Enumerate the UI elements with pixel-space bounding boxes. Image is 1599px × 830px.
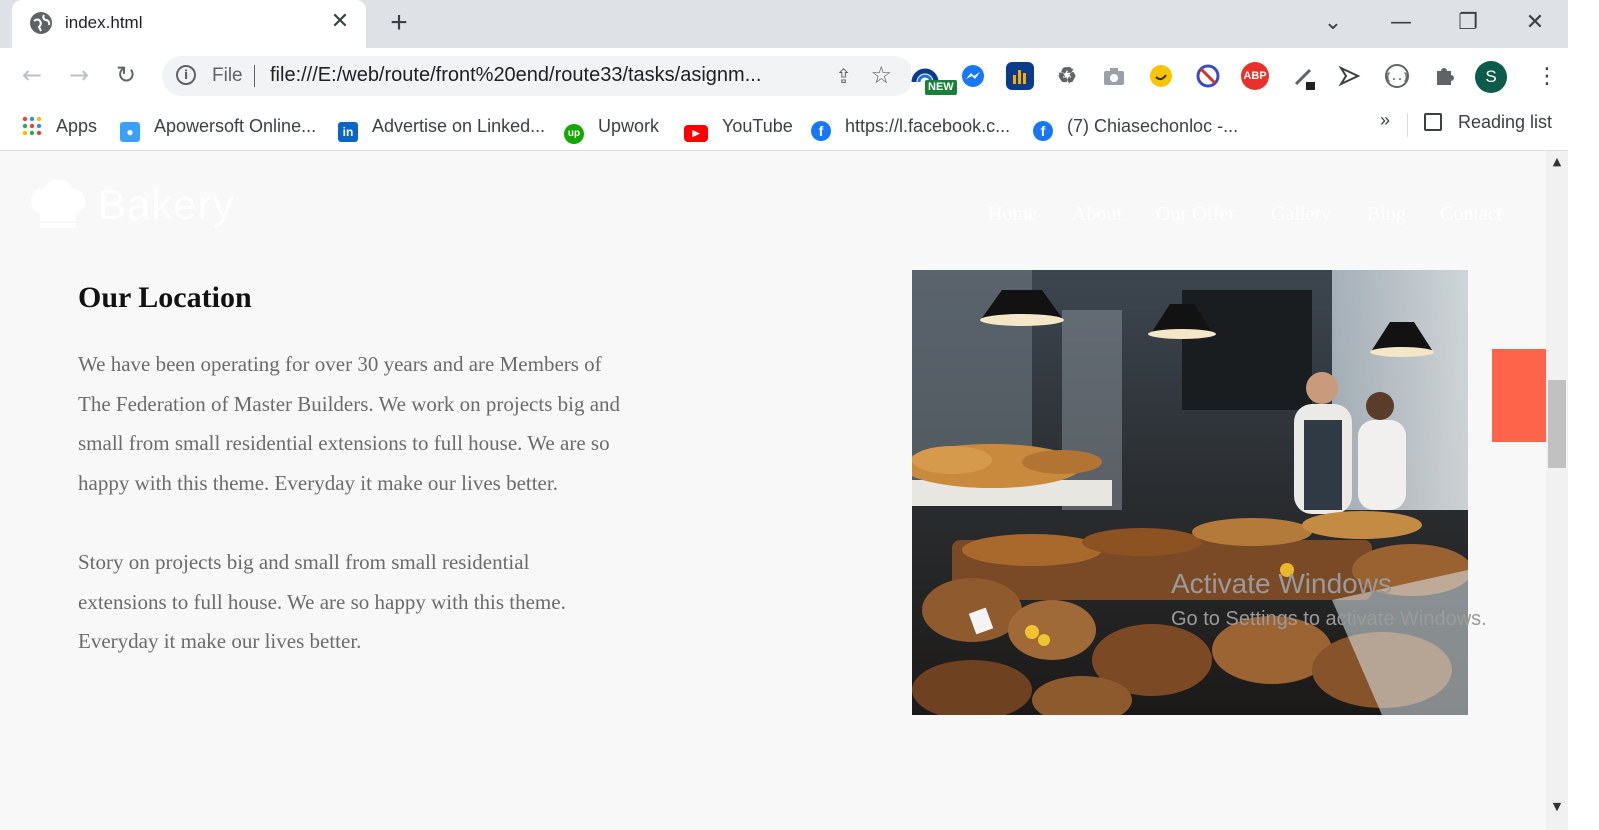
bookmark-label: Apps	[56, 116, 98, 136]
site-logo-text[interactable]: Bakery	[98, 181, 235, 229]
activate-windows-subtitle: Go to Settings to activate Windows.	[1171, 608, 1487, 630]
reload-icon[interactable]: ↻	[111, 60, 141, 90]
window-close-icon[interactable]: ✕	[1520, 8, 1550, 38]
bookmark-label: Upwork	[598, 116, 660, 136]
reading-list-label: Reading list	[1458, 112, 1553, 132]
apowersoft-icon: ●	[120, 122, 140, 142]
profile-avatar[interactable]: S	[1475, 61, 1507, 93]
scroll-down-icon[interactable]: ▼	[1546, 800, 1568, 816]
location-paragraph-1: We have been operating for over 30 years…	[78, 352, 621, 495]
globe-icon	[30, 12, 52, 34]
svg-text:{..}: {..}	[1385, 72, 1409, 83]
facebook-icon: f	[1033, 121, 1053, 141]
bookmark-label: Apowersoft Online...	[154, 116, 317, 136]
tab-close-icon[interactable]: ✕	[328, 10, 352, 34]
bakery-photo	[912, 270, 1468, 715]
address-bar[interactable]: i File file:///E:/web/route/front%20end/…	[162, 56, 914, 96]
puzzle-icon[interactable]	[1430, 62, 1458, 90]
emoji-icon[interactable]	[1147, 62, 1175, 90]
back-icon[interactable]: ←	[17, 60, 47, 90]
side-tab-button[interactable]	[1492, 349, 1546, 442]
bookmarks-divider	[1407, 113, 1408, 137]
linkedin-icon: in	[338, 122, 358, 142]
messenger-icon[interactable]	[959, 62, 987, 90]
activate-windows-title: Activate Windows	[1171, 568, 1392, 599]
block-icon[interactable]	[1194, 62, 1222, 90]
upwork-icon: up	[564, 124, 584, 144]
nav-gallery[interactable]: Gallery	[1271, 203, 1331, 226]
camera-icon[interactable]	[1100, 62, 1128, 90]
forward-icon[interactable]: →	[64, 60, 94, 90]
bookmarks-bar: Apps ● Apowersoft Online... in Advertise o…	[0, 103, 1599, 151]
browser-tab[interactable]: index.html ✕	[12, 0, 366, 48]
bookmark-apps[interactable]: Apps	[22, 112, 97, 140]
apps-grid-icon	[22, 116, 42, 136]
nav-about[interactable]: About	[1072, 203, 1122, 226]
tab-strip: index.html ✕ + ⌄ — ❐ ✕	[0, 0, 1599, 48]
bookmark-label: Advertise on Linked...	[372, 116, 546, 136]
abp-icon[interactable]: ABP	[1241, 62, 1269, 90]
bookmark-label: (7) Chiasechonloc -...	[1067, 116, 1239, 136]
bookmarks-overflow-icon[interactable]: »	[1380, 110, 1390, 131]
bookmark-label: YouTube	[722, 116, 793, 136]
bookmark-facebook-link[interactable]: f https://l.facebook.c...	[811, 112, 1011, 141]
reading-list-icon	[1424, 113, 1442, 131]
facebook-icon: f	[811, 121, 831, 141]
scroll-up-icon[interactable]: ▲	[1546, 155, 1568, 171]
info-icon[interactable]: i	[176, 65, 196, 85]
bookmark-linkedin[interactable]: in Advertise on Linked...	[338, 112, 546, 142]
eyedropper-icon[interactable]	[1290, 62, 1318, 91]
url-text[interactable]: file:///E:/web/route/front%20end/route33…	[270, 64, 802, 87]
browser-menu-icon[interactable]: ⋮	[1536, 61, 1558, 93]
tab-title: index.html	[65, 13, 143, 32]
bookmark-label: https://l.facebook.c...	[845, 116, 1011, 136]
location-paragraph-2: Story on projects big and small from sma…	[78, 550, 566, 654]
recycle-icon[interactable]: ♻	[1053, 62, 1081, 90]
nav-blog[interactable]: Blog	[1367, 203, 1406, 226]
share-icon[interactable]: ⇪	[835, 64, 852, 88]
youtube-icon: ▶	[684, 125, 708, 142]
code-icon[interactable]: {..}	[1383, 62, 1411, 90]
restore-icon[interactable]: ❐	[1453, 8, 1483, 38]
reading-list-button[interactable]: Reading list	[1424, 112, 1552, 133]
new-tab-button[interactable]: +	[384, 8, 414, 38]
send-icon[interactable]	[1336, 62, 1364, 90]
bookmark-chiasechonloc[interactable]: f (7) Chiasechonloc -...	[1033, 112, 1239, 141]
chef-hat-icon[interactable]	[26, 179, 90, 229]
bookmark-youtube[interactable]: ▶ YouTube	[684, 112, 793, 142]
analytics-icon[interactable]	[1006, 62, 1034, 90]
bookmark-apowersoft[interactable]: ● Apowersoft Online...	[120, 112, 317, 142]
scheme-divider	[254, 65, 255, 87]
tab-search-icon[interactable]: ⌄	[1318, 8, 1348, 38]
bookmark-star-icon[interactable]: ☆	[870, 61, 892, 89]
minimize-icon[interactable]: —	[1386, 8, 1416, 38]
section-heading: Our Location	[78, 281, 252, 314]
scheme-label: File	[212, 65, 243, 86]
new-badge: NEW	[925, 80, 957, 95]
bookmark-upwork[interactable]: up Upwork	[564, 112, 660, 144]
nav-home[interactable]: Home	[988, 203, 1037, 226]
nav-our-offer[interactable]: Our Offer	[1156, 203, 1235, 226]
page-scrollbar[interactable]	[1546, 151, 1568, 830]
scrollbar-thumb[interactable]	[1548, 380, 1566, 468]
window-edge	[1568, 0, 1599, 830]
nav-contact[interactable]: Contact	[1440, 203, 1502, 226]
page-viewport: Bakery Home About Our Offer Gallery Blog…	[0, 151, 1546, 830]
